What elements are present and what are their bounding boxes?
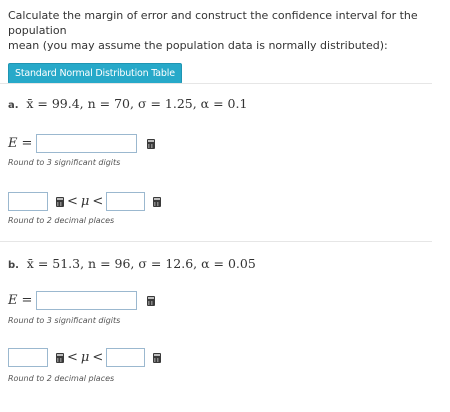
part-b-margin-hint: Round to 3 significant digits	[8, 316, 121, 325]
part-b-given-values: x̄ = 51.3, n = 96, σ = 12.6, α = 0.05	[26, 256, 256, 271]
part-a-divider	[0, 83, 432, 84]
part-b-less-than-1: <	[67, 350, 78, 365]
question-panel: Calculate the margin of error and constr…	[8, 8, 440, 84]
part-a-upper-calculator-icon[interactable]	[153, 196, 162, 207]
part-b-less-than-2: <	[92, 350, 104, 365]
part-a-e-label: E	[8, 136, 18, 151]
part-a-interval-row: < μ <	[8, 192, 162, 211]
part-b-question: b. x̄ = 51.3, n = 96, σ = 12.6, α = 0.05	[8, 256, 256, 271]
part-b-interval-row: < μ <	[8, 348, 162, 367]
part-b-margin-input[interactable]	[36, 291, 138, 310]
part-b-lower-bound-input[interactable]	[8, 348, 48, 367]
part-b-margin-row: E =	[8, 291, 156, 310]
part-a-interval-hint: Round to 2 decimal places	[8, 216, 115, 225]
part-b-interval-hint: Round to 2 decimal places	[8, 374, 115, 383]
part-a-less-than-2: <	[92, 194, 104, 209]
intro-line-1: Calculate the margin of error and constr…	[8, 9, 418, 37]
part-b-upper-bound-input[interactable]	[106, 348, 146, 367]
standard-normal-table-button[interactable]: Standard Normal Distribution Table	[8, 63, 182, 84]
part-a-question: a. x̄ = 99.4, n = 70, σ = 1.25, α = 0.1	[8, 96, 247, 111]
part-a-lower-calculator-icon[interactable]	[56, 196, 64, 207]
part-b-divider	[0, 241, 432, 242]
part-b-label: b.	[8, 260, 19, 271]
part-a-mu-symbol: μ	[80, 194, 90, 209]
part-b-mu-symbol: μ	[80, 350, 90, 365]
part-a-less-than-1: <	[67, 194, 78, 209]
part-a-upper-bound-input[interactable]	[106, 192, 146, 211]
part-a-e-equals: =	[21, 136, 33, 151]
part-a-margin-row: E =	[8, 134, 156, 153]
part-b-lower-calculator-icon[interactable]	[56, 352, 64, 363]
part-a-margin-hint: Round to 3 significant digits	[8, 158, 121, 167]
question-intro: Calculate the margin of error and constr…	[8, 8, 440, 53]
part-b-e-equals: =	[21, 293, 33, 308]
intro-line-2: mean (you may assume the population data…	[8, 39, 388, 52]
part-a-margin-input[interactable]	[36, 134, 138, 153]
part-a-given-values: x̄ = 99.4, n = 70, σ = 1.25, α = 0.1	[26, 96, 248, 111]
part-b-e-label: E	[8, 293, 18, 308]
part-a-lower-bound-input[interactable]	[8, 192, 48, 211]
part-a-label: a.	[8, 100, 19, 111]
part-b-margin-calculator-icon[interactable]	[147, 295, 156, 306]
part-b-upper-calculator-icon[interactable]	[153, 352, 162, 363]
part-a-margin-calculator-icon[interactable]	[147, 138, 156, 149]
